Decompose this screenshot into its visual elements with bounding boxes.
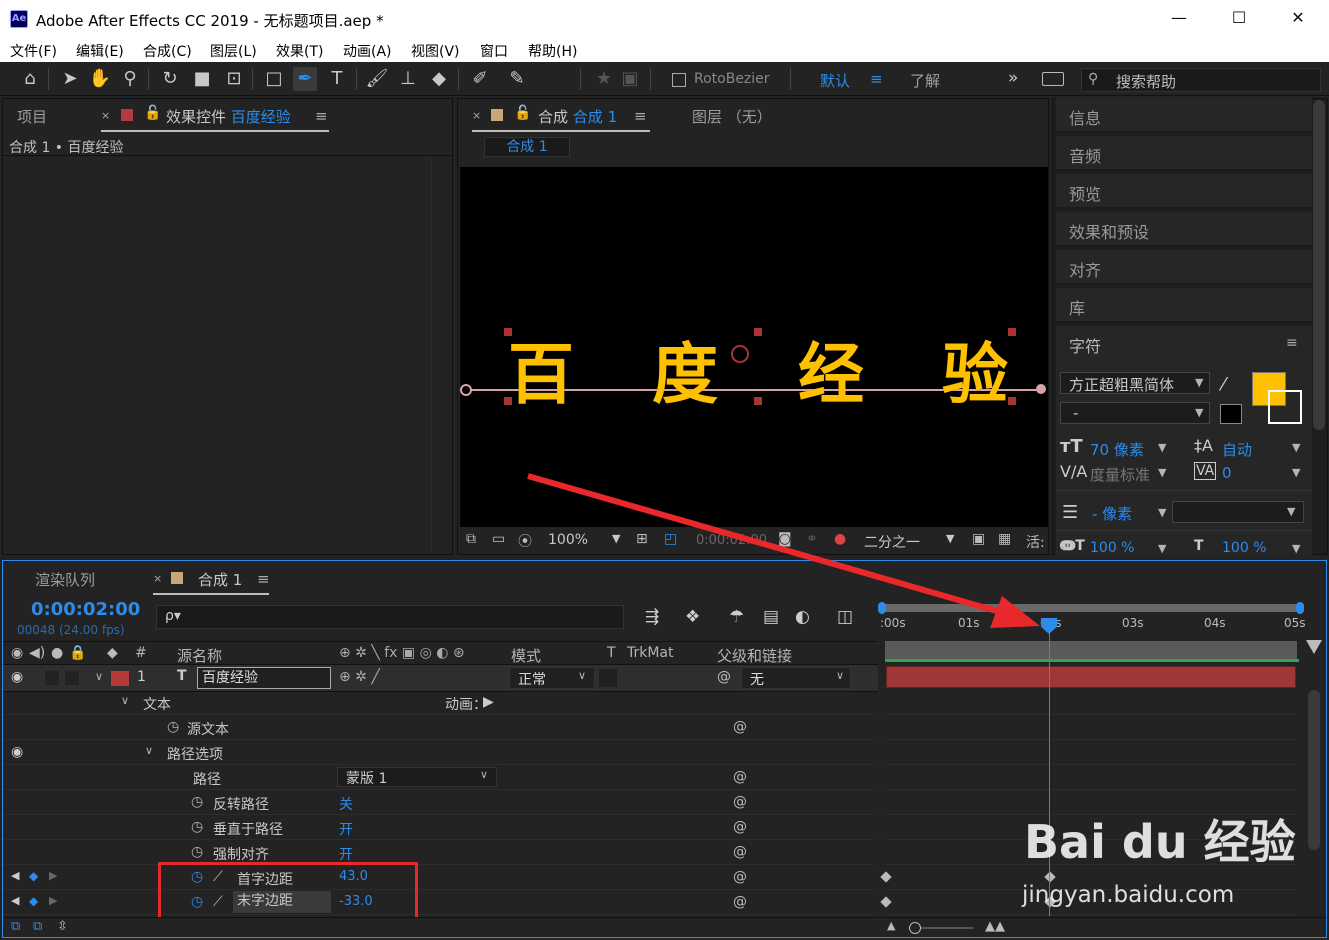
annotation-arrow xyxy=(527,473,1040,628)
